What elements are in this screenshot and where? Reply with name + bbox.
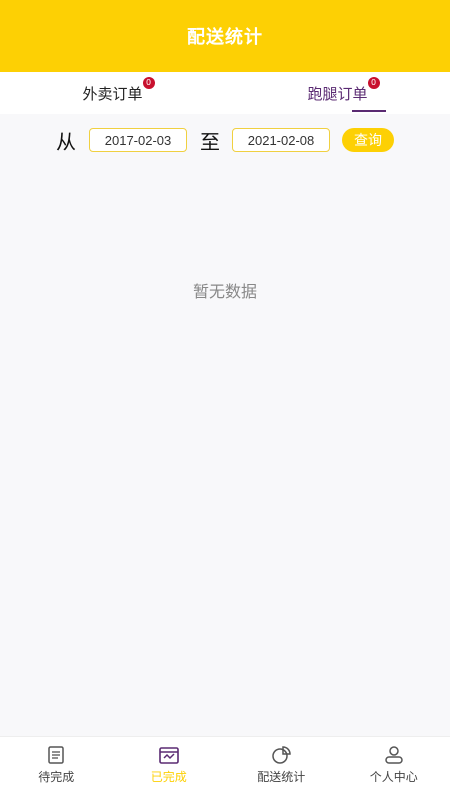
date-filter: 从 2017-02-03 至 2021-02-08 查询: [0, 114, 450, 166]
nav-label: 个人中心: [369, 770, 418, 784]
query-button[interactable]: 查询: [342, 128, 394, 152]
person-icon: [382, 744, 406, 766]
active-tab-indicator: [351, 110, 386, 112]
tab-label: 跑腿订单 0: [307, 76, 380, 104]
nav-item-completed[interactable]: 已完成: [113, 737, 226, 800]
page-title: 配送统计: [187, 27, 263, 48]
nav-label: 待完成: [38, 770, 75, 784]
order-tabs: 外卖订单 0 跑腿订单 0: [0, 72, 450, 114]
tab-takeout-orders[interactable]: 外卖订单 0: [0, 72, 225, 114]
count-badge: 0: [367, 76, 380, 89]
end-date-field[interactable]: 2021-02-08: [232, 128, 330, 152]
nav-item-pending[interactable]: 待完成: [0, 737, 113, 800]
count-badge: 0: [142, 76, 155, 89]
from-label: 从: [56, 129, 76, 154]
pie-chart-icon: [269, 744, 293, 766]
bottom-navigation: 待完成 已完成 配送统计 个人中心: [0, 736, 450, 800]
completed-icon: [157, 744, 181, 766]
tab-label-text: 跑腿订单: [307, 84, 368, 103]
tab-errand-orders[interactable]: 跑腿订单 0: [225, 72, 450, 114]
nav-item-profile[interactable]: 个人中心: [338, 737, 450, 800]
start-date-field[interactable]: 2017-02-03: [89, 128, 187, 152]
nav-label: 已完成: [150, 770, 187, 784]
tab-label: 外卖订单 0: [82, 76, 155, 104]
nav-label: 配送统计: [257, 770, 306, 784]
nav-item-delivery-stats[interactable]: 配送统计: [225, 737, 338, 800]
to-label: 至: [200, 129, 220, 154]
app-header: 配送统计: [0, 0, 450, 72]
tab-label-text: 外卖订单: [82, 84, 143, 103]
empty-state-text: 暂无数据: [192, 282, 257, 301]
document-icon: [44, 744, 68, 766]
